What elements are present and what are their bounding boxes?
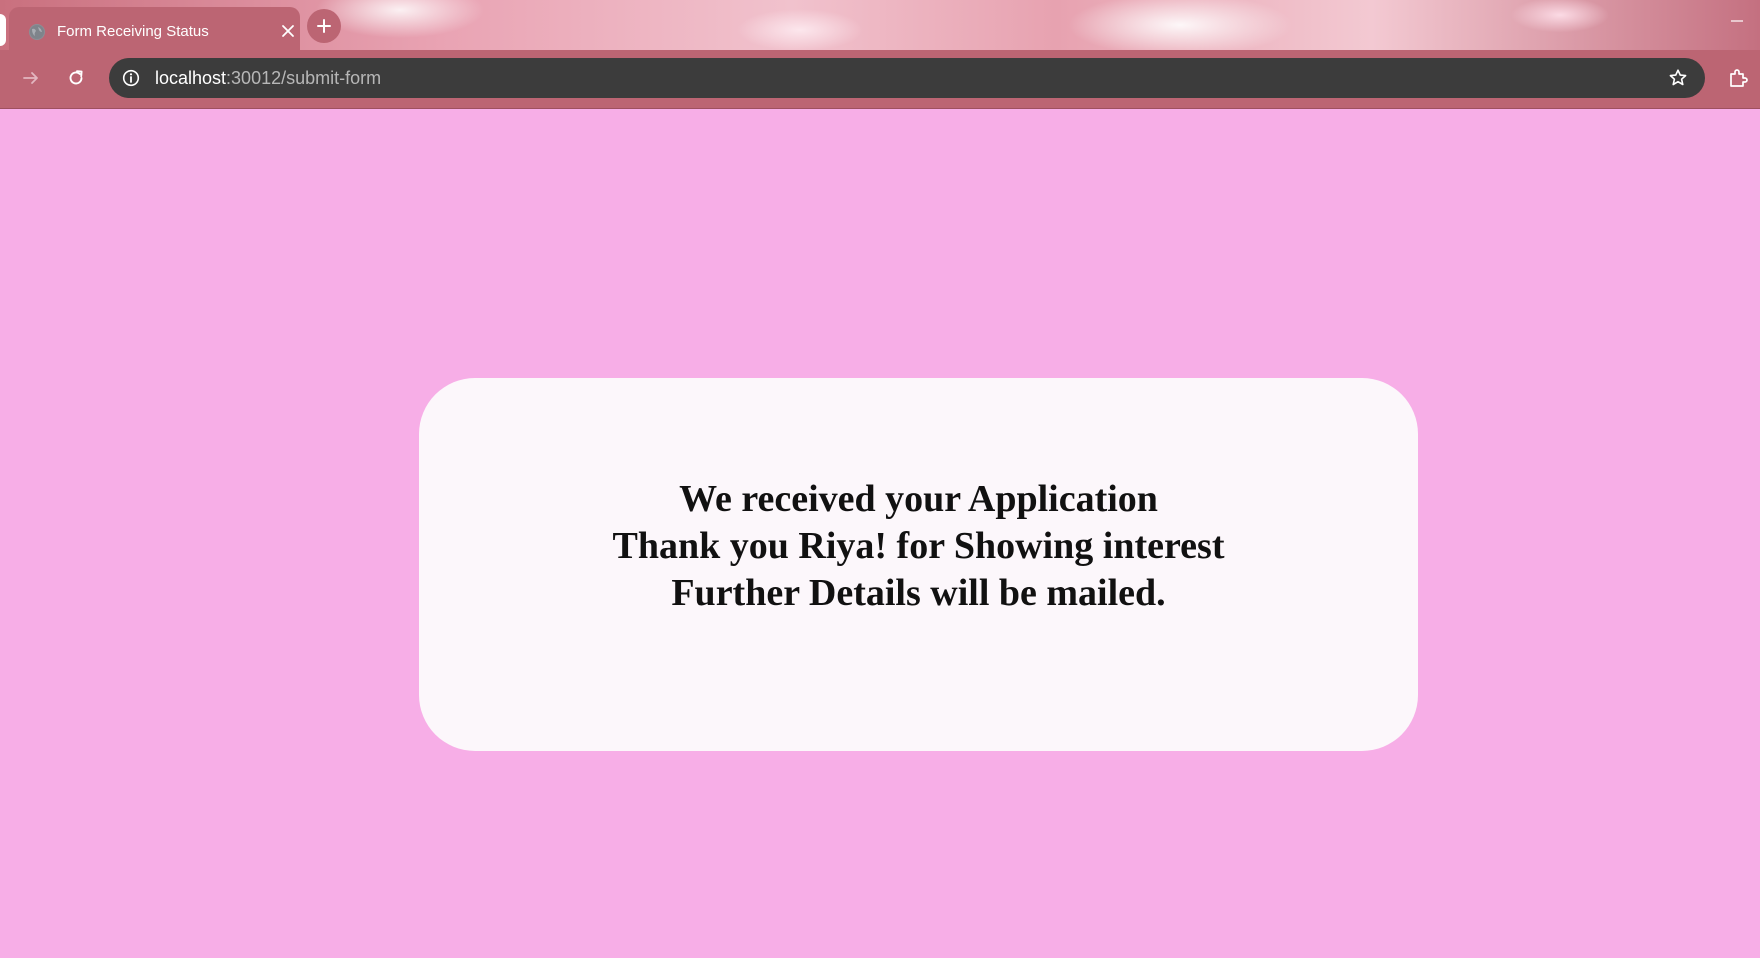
minimize-icon (1730, 14, 1744, 28)
message-line-details: Further Details will be mailed. (671, 572, 1166, 614)
star-icon (1668, 68, 1688, 88)
close-icon[interactable] (277, 20, 299, 42)
url-text[interactable]: localhost:30012/submit-form (155, 68, 381, 89)
new-tab-button[interactable] (307, 9, 341, 43)
globe-icon (29, 24, 45, 40)
extensions-button[interactable] (1720, 60, 1756, 96)
puzzle-icon (1727, 67, 1749, 89)
confirmation-card: We received your Application Thank you R… (419, 378, 1418, 751)
url-host: localhost (155, 68, 227, 88)
tab-strip: Form Receiving Status (0, 0, 1760, 50)
plus-icon (316, 18, 332, 34)
bookmark-button[interactable] (1664, 64, 1692, 92)
tab-title: Form Receiving Status (57, 23, 209, 40)
page-viewport: We received your Application Thank you R… (0, 109, 1760, 958)
forward-button[interactable] (13, 60, 49, 96)
url-path: :30012/submit-form (226, 68, 382, 88)
tab-form-receiving-status[interactable]: Form Receiving Status (9, 7, 300, 50)
browser-toolbar: localhost:30012/submit-form (0, 50, 1760, 109)
address-bar[interactable]: localhost:30012/submit-form (109, 58, 1705, 98)
message-line-thank-you: Thank you Riya! for Showing interest (612, 525, 1225, 567)
minimize-button[interactable] (1720, 6, 1754, 36)
reload-icon (66, 68, 86, 88)
info-icon (122, 69, 140, 87)
arrow-right-icon (21, 68, 41, 88)
message-line-received: We received your Application (679, 478, 1158, 520)
previous-tab-edge[interactable] (0, 14, 6, 46)
reload-button[interactable] (58, 60, 94, 96)
site-info-button[interactable] (117, 64, 145, 92)
confirmation-message: We received your Application Thank you R… (613, 476, 1225, 617)
